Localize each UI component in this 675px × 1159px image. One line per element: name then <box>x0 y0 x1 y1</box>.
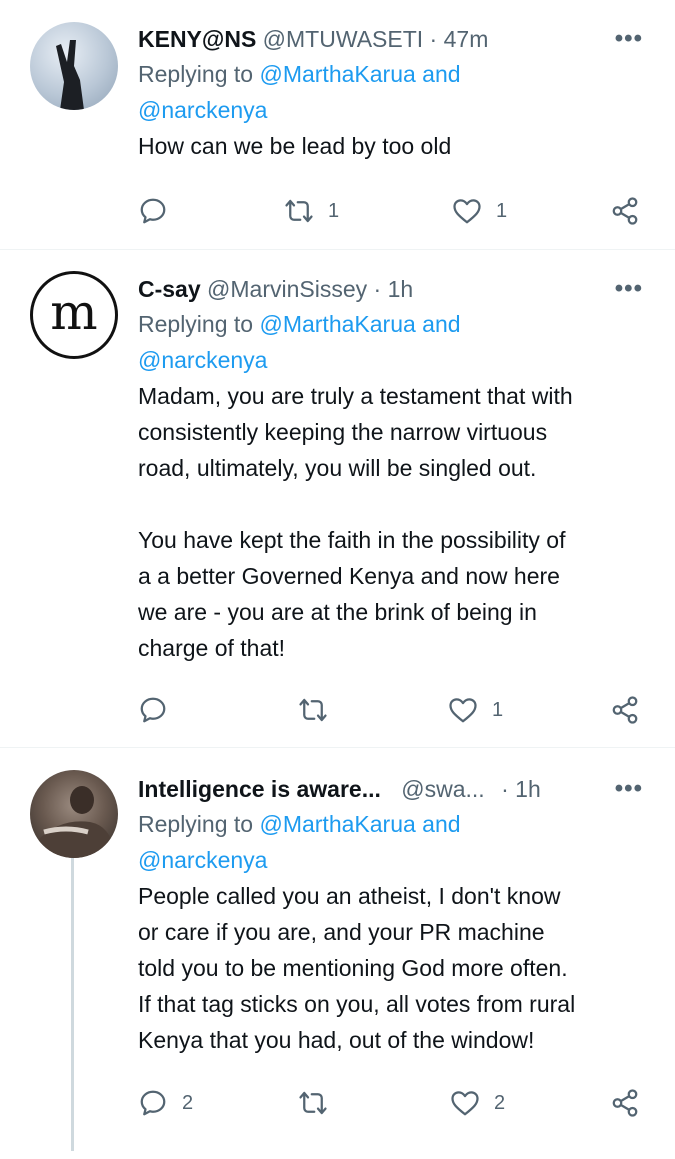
tweet-actions: 1 <box>138 690 658 730</box>
tweet-header: C-say @MarvinSissey · 1h ••• <box>138 272 655 306</box>
tweet-1[interactable]: KENY@NS @MTUWASETI · 47m ••• Replying to… <box>0 0 675 250</box>
display-name[interactable]: Intelligence is aware... <box>138 776 381 802</box>
mention-link[interactable]: @MarthaKarua <box>259 61 415 87</box>
mention-link[interactable]: @MarthaKarua <box>259 311 415 337</box>
separator-dot: · <box>501 776 509 802</box>
replying-to-label: Replying to <box>138 311 260 337</box>
replying-to: Replying to @MarthaKarua and @narckenya <box>138 306 655 378</box>
like-count: 2 <box>494 1091 506 1114</box>
retweet-icon <box>299 698 327 722</box>
separator-dot: · <box>373 276 382 302</box>
like-count: 1 <box>492 698 504 721</box>
like-button[interactable]: 1 <box>452 191 507 231</box>
retweet-icon <box>299 1091 327 1115</box>
share-button[interactable] <box>610 191 640 231</box>
reply-icon <box>140 198 166 224</box>
heart-icon <box>451 1091 479 1116</box>
user-handle[interactable]: @MTUWASETI <box>263 26 423 52</box>
share-button[interactable] <box>610 690 640 730</box>
share-icon <box>612 1089 638 1117</box>
retweet-count: 1 <box>328 199 340 222</box>
retweet-button[interactable] <box>298 690 342 730</box>
more-options-icon[interactable]: ••• <box>615 22 643 56</box>
more-options-icon[interactable]: ••• <box>615 272 643 306</box>
retweet-button[interactable] <box>298 1083 342 1123</box>
display-name[interactable]: C-say <box>138 276 201 302</box>
share-button[interactable] <box>610 1083 640 1123</box>
avatar[interactable] <box>30 22 118 110</box>
timestamp[interactable]: 1h <box>515 776 541 802</box>
mention-and[interactable]: and <box>416 311 460 337</box>
display-name[interactable]: KENY@NS <box>138 26 256 52</box>
avatar-letter: m <box>50 283 97 341</box>
mention-and[interactable]: and <box>416 61 460 87</box>
heart-icon <box>449 698 477 723</box>
tweet-text: How can we be lead by too old <box>138 133 452 159</box>
mention-link[interactable]: @narckenya <box>138 97 267 123</box>
timestamp[interactable]: 1h <box>388 276 414 302</box>
replying-to-label: Replying to <box>138 811 260 837</box>
retweet-icon <box>285 199 313 223</box>
share-icon <box>612 197 638 225</box>
tweet-text: People called you an atheist, I don't kn… <box>138 883 576 1053</box>
retweet-button[interactable]: 1 <box>284 191 339 231</box>
mention-link[interactable]: @MarthaKarua <box>259 811 415 837</box>
mention-link[interactable]: @narckenya <box>138 347 267 373</box>
more-options-icon[interactable]: ••• <box>615 772 643 806</box>
reply-icon <box>140 1090 166 1116</box>
like-button[interactable]: 2 <box>450 1083 505 1123</box>
avatar[interactable] <box>30 770 118 858</box>
avatar-photo <box>34 786 114 858</box>
avatar[interactable]: m <box>30 271 118 359</box>
like-button[interactable]: 1 <box>448 690 503 730</box>
tweet-2[interactable]: m C-say @MarvinSissey · 1h ••• Replying … <box>0 250 675 748</box>
reply-icon <box>140 697 166 723</box>
reply-button[interactable] <box>138 191 182 231</box>
share-icon <box>612 696 638 724</box>
tweet-actions: 2 2 <box>138 1083 658 1123</box>
tweet-header: KENY@NS @MTUWASETI · 47m ••• <box>138 22 655 56</box>
reply-count: 2 <box>182 1091 194 1114</box>
user-handle[interactable]: @MarvinSissey <box>207 276 367 302</box>
replying-to-label: Replying to <box>138 61 260 87</box>
replying-to: Replying to @MarthaKarua and @narckenya <box>138 56 655 128</box>
avatar-hand-silhouette <box>56 40 84 110</box>
mention-link[interactable]: @narckenya <box>138 847 267 873</box>
tweet-text: Madam, you are truly a testament that wi… <box>138 383 573 661</box>
like-count: 1 <box>496 199 508 222</box>
replying-to: Replying to @MarthaKarua and @narckenya <box>138 806 655 878</box>
heart-icon <box>453 199 481 224</box>
mention-and[interactable]: and <box>416 811 460 837</box>
avatar-logo-m: m <box>50 283 97 341</box>
tweet-3[interactable]: Intelligence is aware... @swa... · 1h ••… <box>0 748 675 1159</box>
reply-button[interactable]: 2 <box>138 1083 193 1123</box>
user-handle[interactable]: @swa... <box>401 776 484 802</box>
separator-dot: · <box>429 26 438 52</box>
reply-button[interactable] <box>138 690 182 730</box>
tweet-header: Intelligence is aware... @swa... · 1h ••… <box>138 772 655 806</box>
tweet-actions: 1 1 <box>138 191 658 231</box>
timestamp[interactable]: 47m <box>444 26 489 52</box>
